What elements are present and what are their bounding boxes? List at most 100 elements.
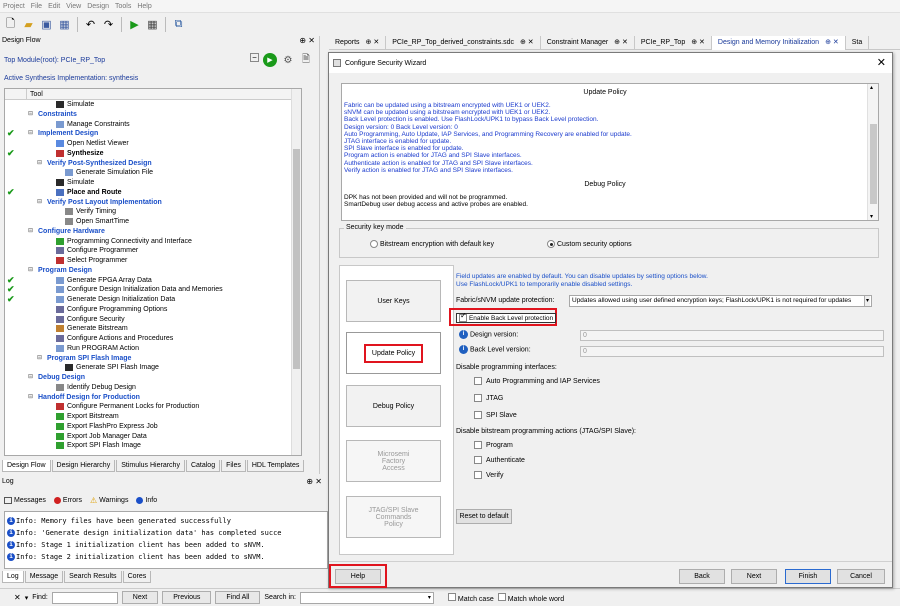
menu-view[interactable]: View	[66, 3, 81, 10]
external-window-icon[interactable]: ⧉	[171, 17, 186, 32]
save-icon[interactable]: ▣	[39, 17, 54, 32]
tree-item[interactable]: Simulate	[5, 100, 301, 110]
filter-warnings[interactable]: ⚠ Warnings	[90, 496, 128, 505]
menu-help[interactable]: Help	[137, 3, 151, 10]
grid-icon[interactable]: ▦	[145, 17, 160, 32]
find-input[interactable]	[51, 591, 118, 604]
action-authenticate[interactable]: Authenticate	[474, 456, 525, 464]
tree-item[interactable]: Generate SPI Flash Image	[5, 363, 301, 373]
tree-item[interactable]: Run PROGRAM Action	[5, 344, 301, 354]
tree-item[interactable]: Configure Programming Options	[5, 305, 301, 315]
tree-item[interactable]: Open SmartTime	[5, 217, 301, 227]
expand-toggle-icon[interactable]: ⊟	[28, 266, 33, 276]
step-0[interactable]: User Keys	[346, 280, 441, 322]
tab-close-icon[interactable]: ⊕ ✕	[691, 36, 705, 50]
design-version-input[interactable]: 0	[580, 330, 884, 341]
doc-tab[interactable]: PCIe_RP_Top ⊕ ✕	[635, 36, 712, 50]
expand-toggle-icon[interactable]: ⊟	[28, 129, 33, 139]
tree-item[interactable]: Generate Bitstream	[5, 324, 301, 334]
tree-item[interactable]: ⊟ Program Design	[5, 266, 301, 276]
scroll-up-icon[interactable]: ▴	[870, 84, 873, 91]
settings-gear-icon[interactable]: ⚙	[281, 53, 295, 67]
tree-item[interactable]: ⊟ Configure Hardware	[5, 227, 301, 237]
tab-catalog[interactable]: Catalog	[185, 460, 221, 472]
tree-item[interactable]: ✔ Place and Route	[5, 187, 301, 198]
radio-custom-options[interactable]: Custom security options	[547, 240, 632, 248]
tab-close-icon[interactable]: ⊕ ✕	[366, 36, 380, 50]
step-2[interactable]: Debug Policy	[346, 385, 441, 427]
log-tab-message[interactable]: Message	[24, 571, 64, 583]
cancel-button[interactable]: Cancel	[837, 569, 885, 584]
run-flow-icon[interactable]: ▶	[263, 53, 277, 67]
tree-item[interactable]: ✔ Generate FPGA Array Data	[5, 275, 301, 286]
tree-item[interactable]: Open Netlist Viewer	[5, 139, 301, 149]
tab-design-hierarchy[interactable]: Design Hierarchy	[51, 460, 116, 472]
tree-item[interactable]: ⊟ Verify Post Layout Implementation	[5, 198, 301, 208]
back-level-version-input[interactable]: 0	[580, 346, 884, 357]
help-button[interactable]: Help	[335, 569, 381, 584]
tree-item[interactable]: Identify Debug Design	[5, 383, 301, 393]
interface-spi-slave[interactable]: SPI Slave	[474, 411, 517, 419]
expand-toggle-icon[interactable]: ⊟	[37, 159, 42, 169]
tree-item[interactable]: ✔ Configure Design Initialization Data an…	[5, 285, 301, 295]
doc-tab[interactable]: Reports ⊕ ✕	[329, 36, 387, 50]
tree-item[interactable]: ⊟ Debug Design	[5, 373, 301, 383]
open-folder-icon[interactable]: ▰	[21, 17, 36, 32]
doc-tab[interactable]: Design and Memory Initialization ⊕ ✕	[711, 36, 846, 50]
close-find-icon[interactable]: ✕	[14, 593, 21, 602]
finish-button[interactable]: Finish	[785, 569, 831, 584]
find-all-button[interactable]: Find All	[215, 591, 261, 604]
step-1[interactable]: Update Policy	[346, 332, 441, 374]
radio-default-key[interactable]: Bitstream encryption with default key	[370, 240, 494, 248]
tree-item[interactable]: Simulate	[5, 178, 301, 188]
log-tab-search-results[interactable]: Search Results	[64, 571, 122, 583]
tree-item[interactable]: Export Job Manager Data	[5, 432, 301, 442]
action-verify[interactable]: Verify	[474, 471, 504, 479]
redo-icon[interactable]: ↷	[101, 17, 116, 32]
menu-file[interactable]: File	[31, 3, 42, 10]
tree-item[interactable]: Export Bitstream	[5, 412, 301, 422]
tab-stimulus-hierarchy[interactable]: Stimulus Hierarchy	[116, 460, 185, 472]
back-button[interactable]: Back	[679, 569, 725, 584]
expand-toggle-icon[interactable]: ⊟	[28, 110, 33, 120]
run-icon[interactable]: ▶	[127, 17, 142, 32]
search-in-select[interactable]: ▾	[299, 591, 434, 604]
tree-item[interactable]: ⊟ Constraints	[5, 110, 301, 120]
expand-toggle-icon[interactable]: ⊟	[28, 393, 33, 403]
interface-jtag[interactable]: JTAG	[474, 394, 503, 402]
filter-info[interactable]: Info	[136, 497, 157, 504]
tree-item[interactable]: Configure Actions and Procedures	[5, 334, 301, 344]
tree-item[interactable]: ✔ Generate Design Initialization Data	[5, 295, 301, 305]
tree-item[interactable]: Programming Connectivity and Interface	[5, 237, 301, 247]
panel-pin-icon[interactable]: ⊕ ✕	[299, 36, 315, 45]
tree-item[interactable]: Manage Constraints	[5, 120, 301, 130]
tab-close-icon[interactable]: ⊕ ✕	[520, 36, 534, 50]
log-tab-log[interactable]: Log	[2, 571, 24, 583]
log-pin-icon[interactable]: ⊕ ✕	[306, 477, 322, 486]
interface-auto-programming-and-iap-services[interactable]: Auto Programming and IAP Services	[474, 377, 600, 385]
new-file-icon[interactable]: 🗋	[3, 17, 18, 32]
tree-item[interactable]: ⊟ Verify Post-Synthesized Design	[5, 159, 301, 169]
doc-tab[interactable]: Sta	[846, 36, 870, 50]
tree-item[interactable]: Export SPI Flash Image	[5, 441, 301, 451]
tree-item[interactable]: ✔ Synthesize	[5, 148, 301, 159]
log-tab-cores[interactable]: Cores	[122, 571, 152, 583]
collapse-icon[interactable]: −	[250, 53, 259, 62]
filter-errors[interactable]: Errors	[53, 497, 82, 504]
tab-close-icon[interactable]: ⊕ ✕	[614, 36, 628, 50]
tree-item[interactable]: ✔ ⊟ Implement Design	[5, 129, 301, 139]
tab-files[interactable]: Files	[221, 460, 246, 472]
menu-design[interactable]: Design	[87, 3, 109, 10]
doc-tab[interactable]: Constraint Manager ⊕ ✕	[541, 36, 635, 50]
tree-item[interactable]: ⊟ Program SPI Flash Image	[5, 354, 301, 364]
tree-item[interactable]: Export FlashPro Express Job	[5, 422, 301, 432]
find-options-icon[interactable]: ▾	[25, 594, 29, 602]
menu-project[interactable]: Project	[3, 3, 25, 10]
expand-toggle-icon[interactable]: ⊟	[37, 198, 42, 208]
action-program[interactable]: Program	[474, 441, 513, 449]
tab-hdl-templates[interactable]: HDL Templates	[246, 460, 305, 472]
report-icon[interactable]: 🗎	[299, 53, 313, 67]
enable-back-level-checkbox[interactable]: Enable Back Level protection	[456, 312, 557, 323]
filter-messages[interactable]: Messages	[4, 497, 46, 504]
tree-item[interactable]: Select Programmer	[5, 256, 301, 266]
